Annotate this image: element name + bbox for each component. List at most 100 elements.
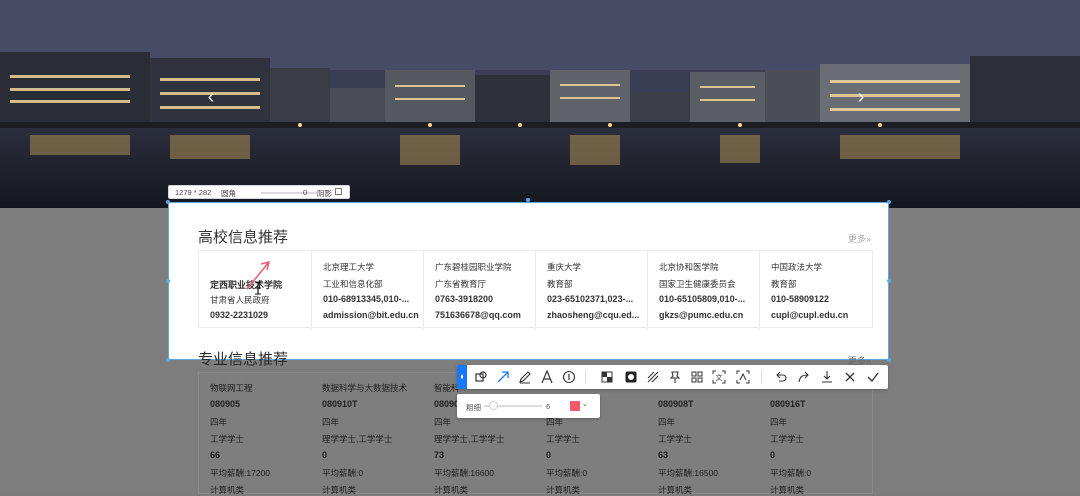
major-name: 数据科学与大数据技术 (322, 383, 408, 393)
ocr-icon[interactable] (687, 365, 707, 389)
major-salary: 平均薪酬:0 (546, 468, 588, 478)
university-dept: 国家卫生健康委员会 (659, 279, 736, 289)
university-card[interactable]: 中国政法大学 教育部 010-58909122 cupl@cupl.edu.cn (759, 251, 871, 329)
major-years: 四年 (770, 417, 788, 427)
university-name: 广东碧桂园职业学院 (435, 262, 512, 272)
resize-handle[interactable] (887, 358, 891, 362)
close-icon[interactable] (840, 365, 860, 389)
universities-title: 高校信息推荐 (198, 229, 289, 246)
hero-next-arrow-icon[interactable]: › (850, 86, 872, 108)
toolbar-divider (761, 370, 762, 384)
major-salary: 平均薪酬:17200 (210, 468, 270, 478)
major-degree: 理学学士,工学学士 (434, 434, 505, 444)
university-email: gkzs@pumc.edu.cn (659, 310, 744, 320)
university-email: admission@bit.edu.cn (323, 310, 419, 320)
resize-handle[interactable] (166, 279, 170, 283)
major-category: 计算机类 (658, 485, 693, 495)
university-email: cupl@cupl.edu.cn (771, 310, 849, 320)
university-card[interactable]: 重庆大学 教育部 023-65102371,023-... zhaosheng@… (535, 251, 647, 329)
resize-handle[interactable] (887, 200, 891, 204)
undo-icon[interactable] (771, 365, 791, 389)
major-code: 080916T (770, 399, 806, 409)
scan-icon[interactable] (733, 365, 753, 389)
capture-size-bar: 1279 * 282 圆角 0 阴影 (168, 185, 350, 199)
university-dept: 广东省教育厅 (435, 279, 487, 289)
color-swatch[interactable] (570, 401, 580, 411)
university-phone: 023-65102371,023-... (547, 294, 634, 304)
annotation-toolbar: 文 (457, 365, 888, 389)
university-card[interactable]: 北京协和医学院 国家卫生健康委员会 010-65105809,010-... g… (647, 251, 759, 329)
number-icon[interactable] (559, 365, 579, 389)
universities-more-link[interactable]: 更多» (848, 232, 871, 245)
mosaic-icon[interactable] (597, 365, 617, 389)
major-salary: 平均薪酬:16600 (434, 468, 494, 478)
major-category: 计算机类 (546, 485, 581, 495)
major-name: 物联网工程 (210, 383, 253, 393)
university-name: 中国政法大学 (771, 262, 823, 272)
confirm-icon[interactable] (863, 365, 883, 389)
translate-icon[interactable]: 文 (709, 365, 729, 389)
shadow-checkbox[interactable] (335, 188, 342, 195)
major-count: 73 (434, 450, 445, 460)
university-dept: 工业和信息化部 (323, 279, 383, 289)
major-card[interactable]: 四年 工学学士 0 平均薪酬:0 计算机类 (535, 373, 647, 495)
major-category: 计算机类 (322, 485, 357, 495)
resize-handle[interactable] (526, 198, 530, 202)
text-icon[interactable] (537, 365, 557, 389)
radius-value: 0 (303, 188, 308, 197)
capture-dimensions: 1279 * 282 (175, 188, 212, 197)
campus-night-image (0, 0, 1080, 208)
major-code: 080908T (658, 399, 694, 409)
majors-title: 专业信息推荐 (198, 351, 289, 368)
university-dept: 教育部 (771, 279, 797, 289)
majors-list: 物联网工程 080905 四年 工学学士 66 平均薪酬:17200 计算机类 … (198, 372, 873, 495)
major-salary: 平均薪酬:0 (770, 468, 812, 478)
stroke-options-bar: 粗细 6 ⌄ (457, 394, 600, 418)
resize-handle[interactable] (166, 200, 170, 204)
major-card[interactable]: 数据科学与大数据技术 080910T 四年 理学学士,工学学士 0 平均薪酬:0… (311, 373, 423, 495)
resize-handle[interactable] (166, 358, 170, 362)
major-salary: 平均薪酬:16500 (658, 468, 718, 478)
download-icon[interactable] (817, 365, 837, 389)
slider-knob[interactable] (489, 401, 498, 410)
arrow-icon[interactable] (493, 365, 513, 389)
major-count: 63 (658, 450, 669, 460)
major-category: 计算机类 (210, 485, 245, 495)
university-dept: 甘肃省人民政府 (210, 295, 270, 305)
major-card[interactable]: 080908T 四年 工学学士 63 平均薪酬:16500 计算机类 (647, 373, 759, 495)
major-code: 080910T (322, 399, 358, 409)
shape-icon[interactable] (471, 365, 491, 389)
major-degree: 工学学士 (658, 434, 693, 444)
major-card[interactable]: 080916T 四年 工学学士 0 平均薪酬:0 计算机类 (759, 373, 871, 495)
major-card[interactable]: 物联网工程 080905 四年 工学学士 66 平均薪酬:17200 计算机类 (199, 373, 311, 495)
major-code: 080905 (210, 399, 241, 409)
university-phone: 0763-3918200 (435, 294, 494, 304)
major-count: 0 (770, 450, 776, 460)
hero-banner: ‹ › (0, 0, 1080, 208)
major-card[interactable]: 智能科 08090 四年 理学学士,工学学士 73 平均薪酬:16600 计算机… (423, 373, 535, 495)
university-phone: 010-65105809,010-... (659, 294, 746, 304)
blur-icon[interactable] (621, 365, 641, 389)
major-salary: 平均薪酬:0 (322, 468, 364, 478)
highlight-icon[interactable] (643, 365, 663, 389)
major-degree: 工学学士 (770, 434, 805, 444)
university-phone: 010-58909122 (771, 294, 830, 304)
chevron-down-icon[interactable]: ⌄ (582, 400, 588, 408)
major-degree: 工学学士 (546, 434, 581, 444)
hero-prev-arrow-icon[interactable]: ‹ (200, 86, 222, 108)
major-degree: 理学学士,工学学士 (322, 434, 393, 444)
redo-icon[interactable] (794, 365, 814, 389)
university-name: 北京理工大学 (323, 262, 375, 272)
university-phone: 010-68913345,010-... (323, 294, 410, 304)
university-card[interactable]: 广东碧桂园职业学院 广东省教育厅 0763-3918200 751636678@… (423, 251, 535, 329)
major-degree: 工学学士 (210, 434, 245, 444)
university-card[interactable]: 北京理工大学 工业和信息化部 010-68913345,010-... admi… (311, 251, 423, 329)
resize-handle[interactable] (887, 279, 891, 283)
pen-icon[interactable] (515, 365, 535, 389)
toolbar-divider (585, 370, 586, 384)
university-email: 751636678@qq.com (435, 310, 521, 320)
pin-icon[interactable] (665, 365, 685, 389)
stroke-width-value: 6 (546, 402, 551, 411)
select-icon[interactable] (457, 365, 467, 389)
radius-slider[interactable] (261, 192, 317, 194)
